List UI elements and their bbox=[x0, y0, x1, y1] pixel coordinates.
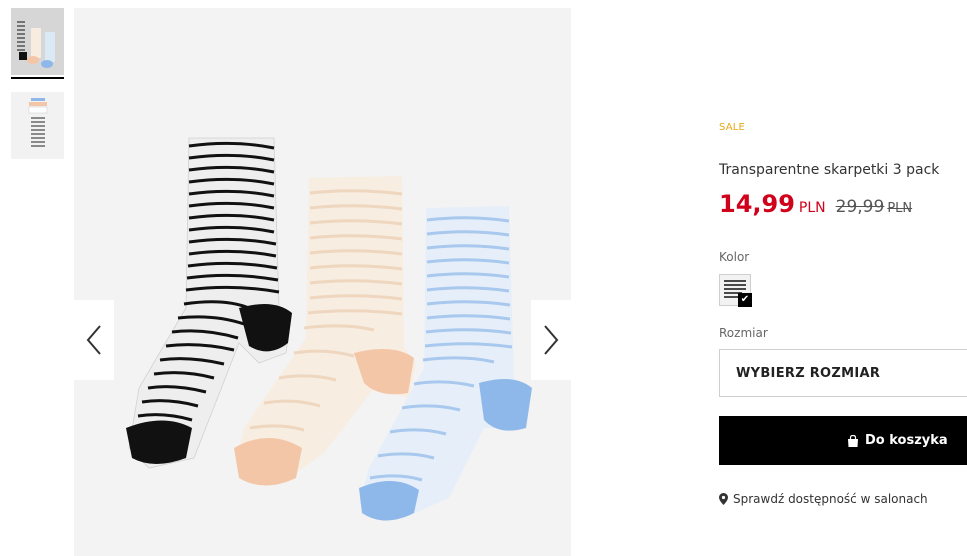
socks-illustration bbox=[74, 8, 571, 556]
thumbnail-2[interactable] bbox=[11, 92, 64, 159]
shopping-bag-icon bbox=[848, 434, 858, 447]
check-availability-label: Sprawdź dostępność w salonach bbox=[733, 492, 928, 506]
thumbnail-1[interactable] bbox=[11, 8, 64, 75]
price-old-currency: PLN bbox=[887, 201, 913, 216]
map-pin-icon bbox=[719, 493, 728, 505]
thumbnail-2-image bbox=[11, 92, 64, 159]
color-swatch-striped[interactable]: ✔ bbox=[719, 274, 752, 307]
thumbnail-active-indicator bbox=[11, 77, 64, 79]
price-old: 29,99 bbox=[835, 197, 885, 217]
size-label: Rozmiar bbox=[719, 326, 768, 340]
thumbnail-1-image bbox=[11, 8, 64, 75]
product-main-image bbox=[74, 8, 571, 556]
product-info: SALE Transparentne skarpetki 3 pack 14,9… bbox=[719, 0, 967, 556]
add-to-cart-label: Do koszyka bbox=[865, 433, 948, 448]
color-label: Kolor bbox=[719, 250, 750, 264]
product-title: Transparentne skarpetki 3 pack bbox=[719, 162, 940, 178]
check-availability-link[interactable]: Sprawdź dostępność w salonach bbox=[719, 492, 928, 506]
checkmark-icon: ✔ bbox=[738, 293, 752, 307]
price-current: 14,99 bbox=[719, 190, 795, 218]
add-to-cart-button[interactable]: Do koszyka bbox=[719, 416, 967, 465]
image-next-button[interactable] bbox=[531, 300, 571, 380]
image-prev-button[interactable] bbox=[74, 300, 114, 380]
size-select[interactable]: WYBIERZ ROZMIAR bbox=[719, 349, 967, 397]
price-row: 14,99 PLN 29,99 PLN bbox=[719, 190, 912, 218]
chevron-right-icon bbox=[544, 325, 559, 355]
sale-badge: SALE bbox=[719, 122, 746, 133]
price-current-currency: PLN bbox=[798, 200, 826, 216]
chevron-left-icon bbox=[86, 325, 101, 355]
